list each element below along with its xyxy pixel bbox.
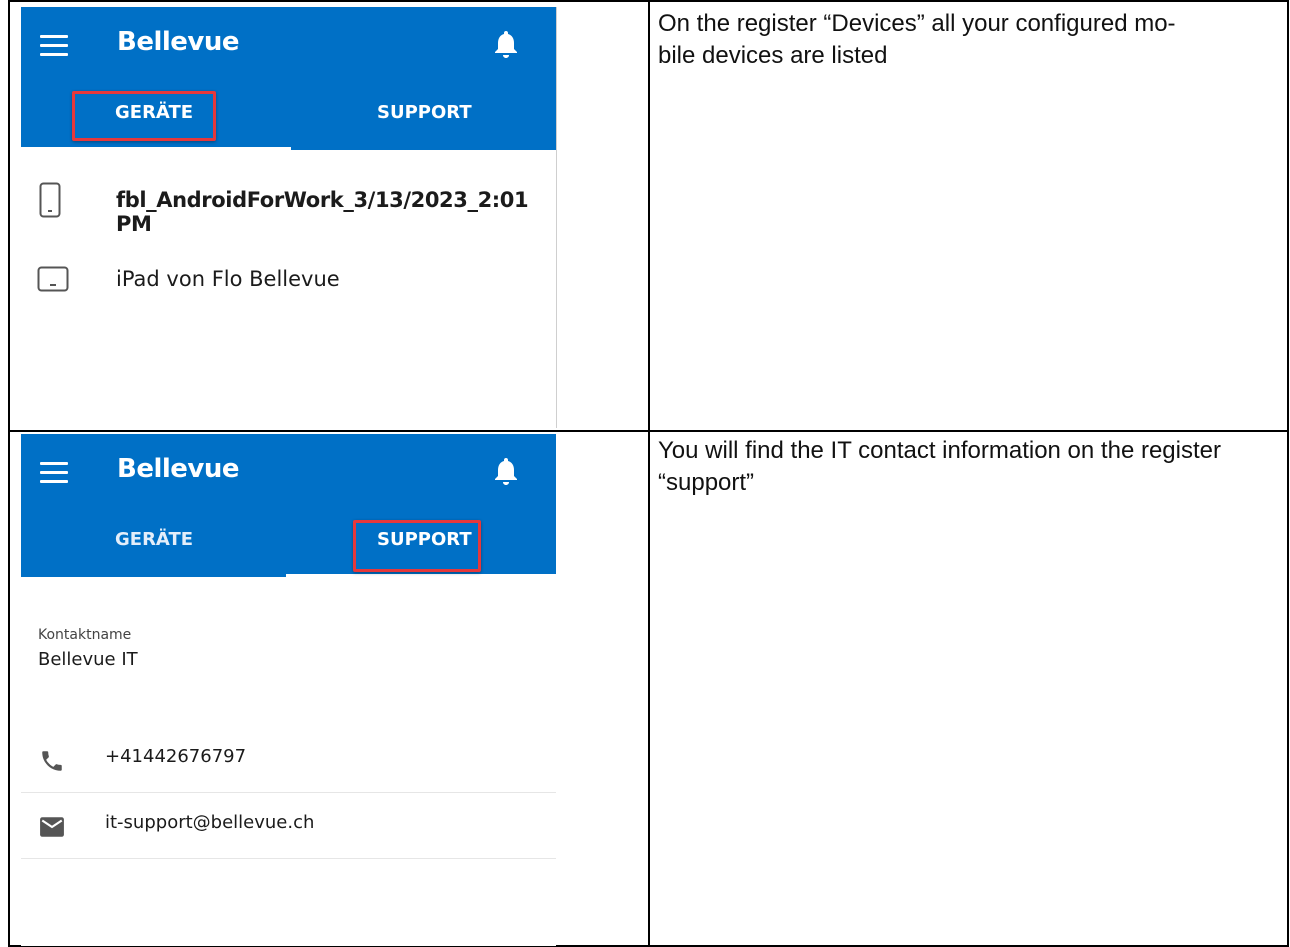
bell-icon[interactable]: [492, 29, 520, 59]
table-column-divider: [648, 0, 650, 947]
phone-number: +41442676797: [105, 746, 247, 767]
caption-support-text: You will find the IT contact information…: [658, 437, 1221, 496]
phone-icon: [39, 182, 61, 218]
devices-screenshot: Bellevue GERÄTE SUPPORT fbl_AndroidForWo…: [21, 7, 557, 428]
caption-support: You will find the IT contact information…: [658, 435, 1268, 499]
email-address: it-support@bellevue.ch: [105, 812, 315, 833]
active-tab-indicator: [21, 147, 291, 150]
support-screenshot: Bellevue GERÄTE SUPPORT Kontaktname Bell…: [21, 434, 556, 946]
mail-icon: [40, 817, 64, 837]
menu-icon[interactable]: [40, 35, 68, 57]
caption-devices: On the register “Devices” all your confi…: [658, 8, 1268, 72]
device-name: iPad von Flo Bellevue: [116, 267, 340, 291]
caption-devices-text: On the register “Devices” all your confi…: [658, 10, 1176, 69]
list-item[interactable]: fbl_AndroidForWork_3/13/2023_2:01 PM: [21, 174, 556, 236]
bell-icon[interactable]: [492, 456, 520, 486]
app-title: Bellevue: [117, 454, 240, 484]
list-item[interactable]: iPad von Flo Bellevue: [21, 252, 556, 312]
highlight-box: [72, 91, 216, 141]
tab-support[interactable]: SUPPORT: [377, 102, 472, 123]
contact-name-label: Kontaktname: [38, 627, 132, 643]
phone-row[interactable]: +41442676797: [21, 726, 556, 793]
highlight-box: [353, 520, 481, 572]
table-border-right: [1287, 0, 1289, 947]
app-title: Bellevue: [117, 27, 240, 57]
active-tab-indicator: [286, 574, 556, 577]
table-border-left: [8, 0, 10, 947]
tablet-icon: [37, 266, 69, 292]
menu-icon[interactable]: [40, 462, 68, 484]
phone-call-icon: [42, 751, 62, 771]
email-row[interactable]: it-support@bellevue.ch: [21, 792, 556, 859]
contact-name: Bellevue IT: [38, 649, 138, 670]
device-name: fbl_AndroidForWork_3/13/2023_2:01 PM: [116, 188, 529, 236]
tab-geraete[interactable]: GERÄTE: [115, 529, 193, 550]
